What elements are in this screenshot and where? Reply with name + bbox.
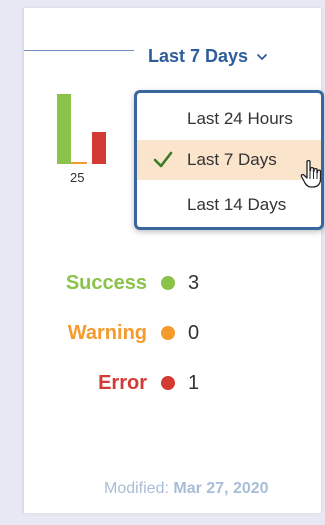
check-icon — [153, 151, 173, 168]
legend-success-count: 3 — [188, 271, 200, 294]
dropdown-item-last-14-days[interactable]: Last 14 Days — [137, 187, 321, 223]
legend-warning: Warning 0 — [44, 320, 199, 346]
legend-warning-count: 0 — [188, 321, 200, 344]
legend-warning-label: Warning — [67, 321, 147, 344]
bar-warning — [71, 162, 87, 164]
dropdown-item-label: Last 14 Days — [187, 195, 287, 214]
success-dot-icon — [161, 276, 175, 290]
period-selected-label: Last 7 Days — [148, 46, 249, 66]
bar-success — [57, 94, 71, 164]
bar-error — [92, 132, 106, 164]
chevron-down-icon — [257, 53, 267, 60]
modified-timestamp: Modified: Mar 27, 2020 — [104, 480, 269, 498]
dropdown-item-last-24-hours[interactable]: Last 24 Hours — [137, 99, 321, 139]
status-card: Last 7 Days 25 Success 3 Warning 0 Error… — [23, 8, 324, 513]
header-divider — [24, 50, 134, 51]
error-dot-icon — [161, 376, 175, 390]
legend-success-label: Success — [65, 271, 147, 294]
dropdown-item-last-7-days[interactable]: Last 7 Days — [137, 140, 321, 180]
period-dropdown-menu: Last 24 Hours Last 7 Days Last 14 Days — [134, 90, 324, 230]
mini-bar-chart: 25 — [52, 86, 112, 196]
period-dropdown-toggle[interactable]: Last 7 Days — [148, 46, 268, 67]
modified-date: Mar 27, 2020 — [173, 480, 269, 497]
legend-error: Error 1 — [44, 370, 199, 396]
legend-success: Success 3 — [44, 270, 199, 296]
modified-prefix: Modified: — [104, 480, 169, 497]
warning-dot-icon — [161, 326, 175, 340]
hand-cursor-icon — [300, 159, 322, 188]
dropdown-item-label: Last 24 Hours — [187, 109, 293, 128]
bar-count-label: 25 — [70, 170, 85, 185]
legend-error-count: 1 — [188, 371, 200, 394]
legend-error-label: Error — [98, 371, 147, 394]
dropdown-item-label: Last 7 Days — [187, 150, 277, 169]
